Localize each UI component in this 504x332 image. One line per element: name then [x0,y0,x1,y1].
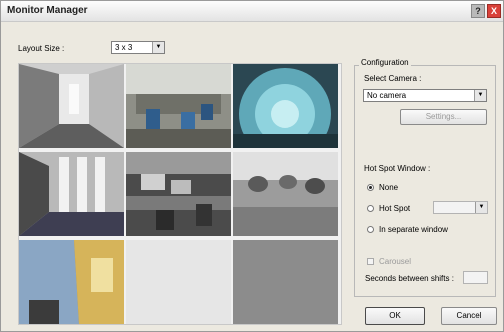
camera-select[interactable]: No camera ▼ [363,89,487,102]
layout-size-label: Layout Size : [18,44,65,53]
camera-select-value: No camera [367,91,407,100]
chevron-down-icon[interactable]: ▼ [152,42,164,53]
radio-separate-window-label: In separate window [379,225,448,234]
cancel-button[interactable]: Cancel [441,307,497,325]
camera-image [233,152,338,236]
camera-image [19,64,124,148]
chevron-down-icon[interactable]: ▼ [474,90,486,101]
help-button[interactable]: ? [471,4,485,18]
settings-button[interactable]: Settings... [400,109,487,125]
hot-spot-select[interactable]: ▼ [433,201,488,214]
camera-view-hallway[interactable] [19,152,124,236]
layout-size-select[interactable]: 3 x 3 ▼ [111,41,165,54]
radio-none-label: None [379,183,399,192]
camera-view-corridor[interactable] [19,64,124,148]
radio-separate-window[interactable] [367,226,374,233]
camera-image [126,64,231,148]
seconds-input[interactable] [463,271,488,284]
layout-size-value: 3 x 3 [115,43,133,52]
configuration-group-label: Configuration [359,58,411,67]
camera-image [19,152,124,236]
camera-view-room[interactable] [19,240,124,324]
chevron-down-icon[interactable]: ▼ [475,202,487,213]
camera-view-domes[interactable] [233,152,338,236]
camera-image [19,240,124,324]
monitor-manager-window: Monitor Manager ? X Layout Size : 3 x 3 … [0,0,504,332]
radio-none[interactable] [367,184,374,191]
camera-view-empty[interactable] [126,240,231,324]
ok-button[interactable]: OK [365,307,425,325]
hot-spot-window-label: Hot Spot Window : [364,164,431,173]
title-bar: Monitor Manager ? X [1,1,503,22]
select-camera-label: Select Camera : [364,74,422,83]
monitor-grid [18,63,342,325]
radio-hot-spot[interactable] [367,205,374,212]
window-title: Monitor Manager [7,5,88,16]
camera-view-desk[interactable] [126,152,231,236]
camera-view-office[interactable] [126,64,231,148]
camera-image [233,64,338,148]
carousel-checkbox[interactable] [367,258,374,265]
radio-hot-spot-label: Hot Spot [379,204,411,213]
seconds-between-shifts-label: Seconds between shifts : [365,274,454,283]
camera-image [126,152,231,236]
carousel-label: Carousel [379,257,412,266]
camera-view-fisheye[interactable] [233,64,338,148]
close-button[interactable]: X [487,4,501,18]
camera-view-selected[interactable] [233,240,338,324]
